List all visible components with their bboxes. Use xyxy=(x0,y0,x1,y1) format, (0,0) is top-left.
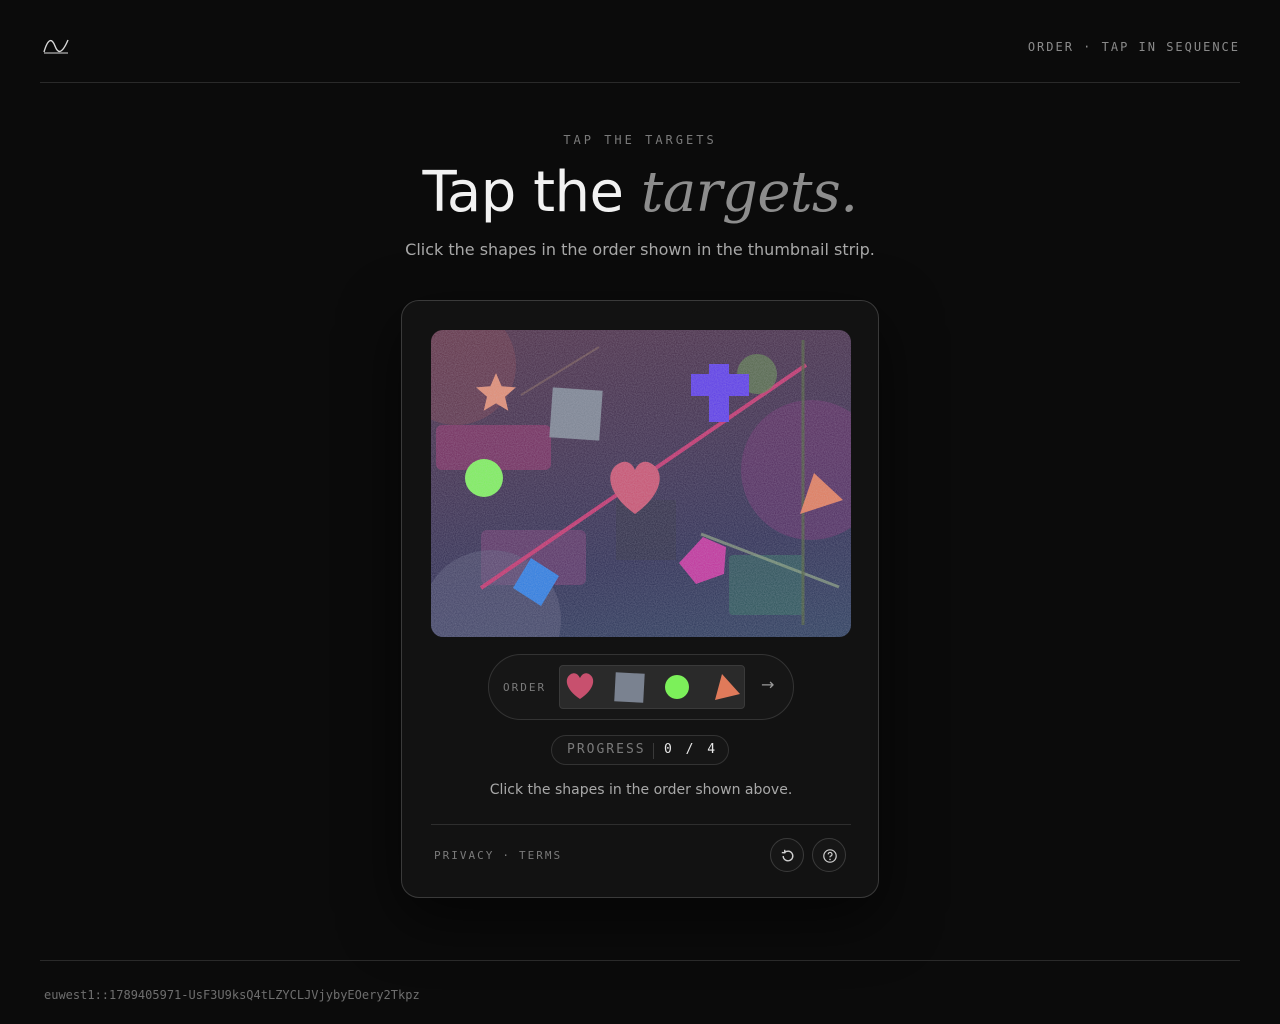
progress-divider xyxy=(653,743,654,759)
eyebrow-label: TAP THE TARGETS xyxy=(563,133,717,147)
terms-link[interactable]: TERMS xyxy=(519,849,562,862)
progress-indicator: PROGRESS 0 / 4 xyxy=(551,735,729,765)
challenge-instruction: Click the shapes in the order shown abov… xyxy=(489,782,793,798)
title-plain: Tap the xyxy=(422,160,624,225)
noise-overlay xyxy=(431,330,851,637)
next-arrow-icon[interactable]: → xyxy=(761,675,774,694)
order-label: ORDER xyxy=(503,681,547,694)
square-icon xyxy=(614,672,645,703)
progress-label: PROGRESS xyxy=(567,742,646,757)
page-title: Tap the targets. xyxy=(0,160,1280,225)
heart-icon xyxy=(566,673,594,699)
order-thumbnails xyxy=(559,665,745,709)
card-divider xyxy=(431,824,851,825)
reload-icon xyxy=(781,849,794,862)
title-emphasis: targets. xyxy=(640,160,858,225)
session-id: euwest1::1789405971-UsF3U9ksQ4tLZYCLJVjy… xyxy=(44,988,420,1002)
top-bar: ORDER · TAP IN SEQUENCE xyxy=(40,0,1240,83)
wave-logo-icon[interactable] xyxy=(43,36,69,56)
progress-value: 0 / 4 xyxy=(664,742,719,757)
link-separator: · xyxy=(502,849,511,862)
bottom-divider xyxy=(40,960,1240,961)
challenge-canvas[interactable] xyxy=(431,330,851,637)
help-icon xyxy=(823,849,837,863)
help-button[interactable] xyxy=(812,838,846,872)
challenge-card: ORDER → PROGRESS 0 / 4 Click the shapes … xyxy=(401,300,879,898)
footer-links: PRIVACY · TERMS xyxy=(434,849,562,862)
page-subtitle: Click the shapes in the order shown in t… xyxy=(405,240,875,259)
privacy-link[interactable]: PRIVACY xyxy=(434,849,494,862)
order-strip: ORDER → xyxy=(488,654,794,720)
triangle-icon xyxy=(715,674,740,700)
reload-button[interactable] xyxy=(770,838,804,872)
header-tagline: ORDER · TAP IN SEQUENCE xyxy=(1027,40,1240,54)
circle-icon xyxy=(665,675,689,699)
